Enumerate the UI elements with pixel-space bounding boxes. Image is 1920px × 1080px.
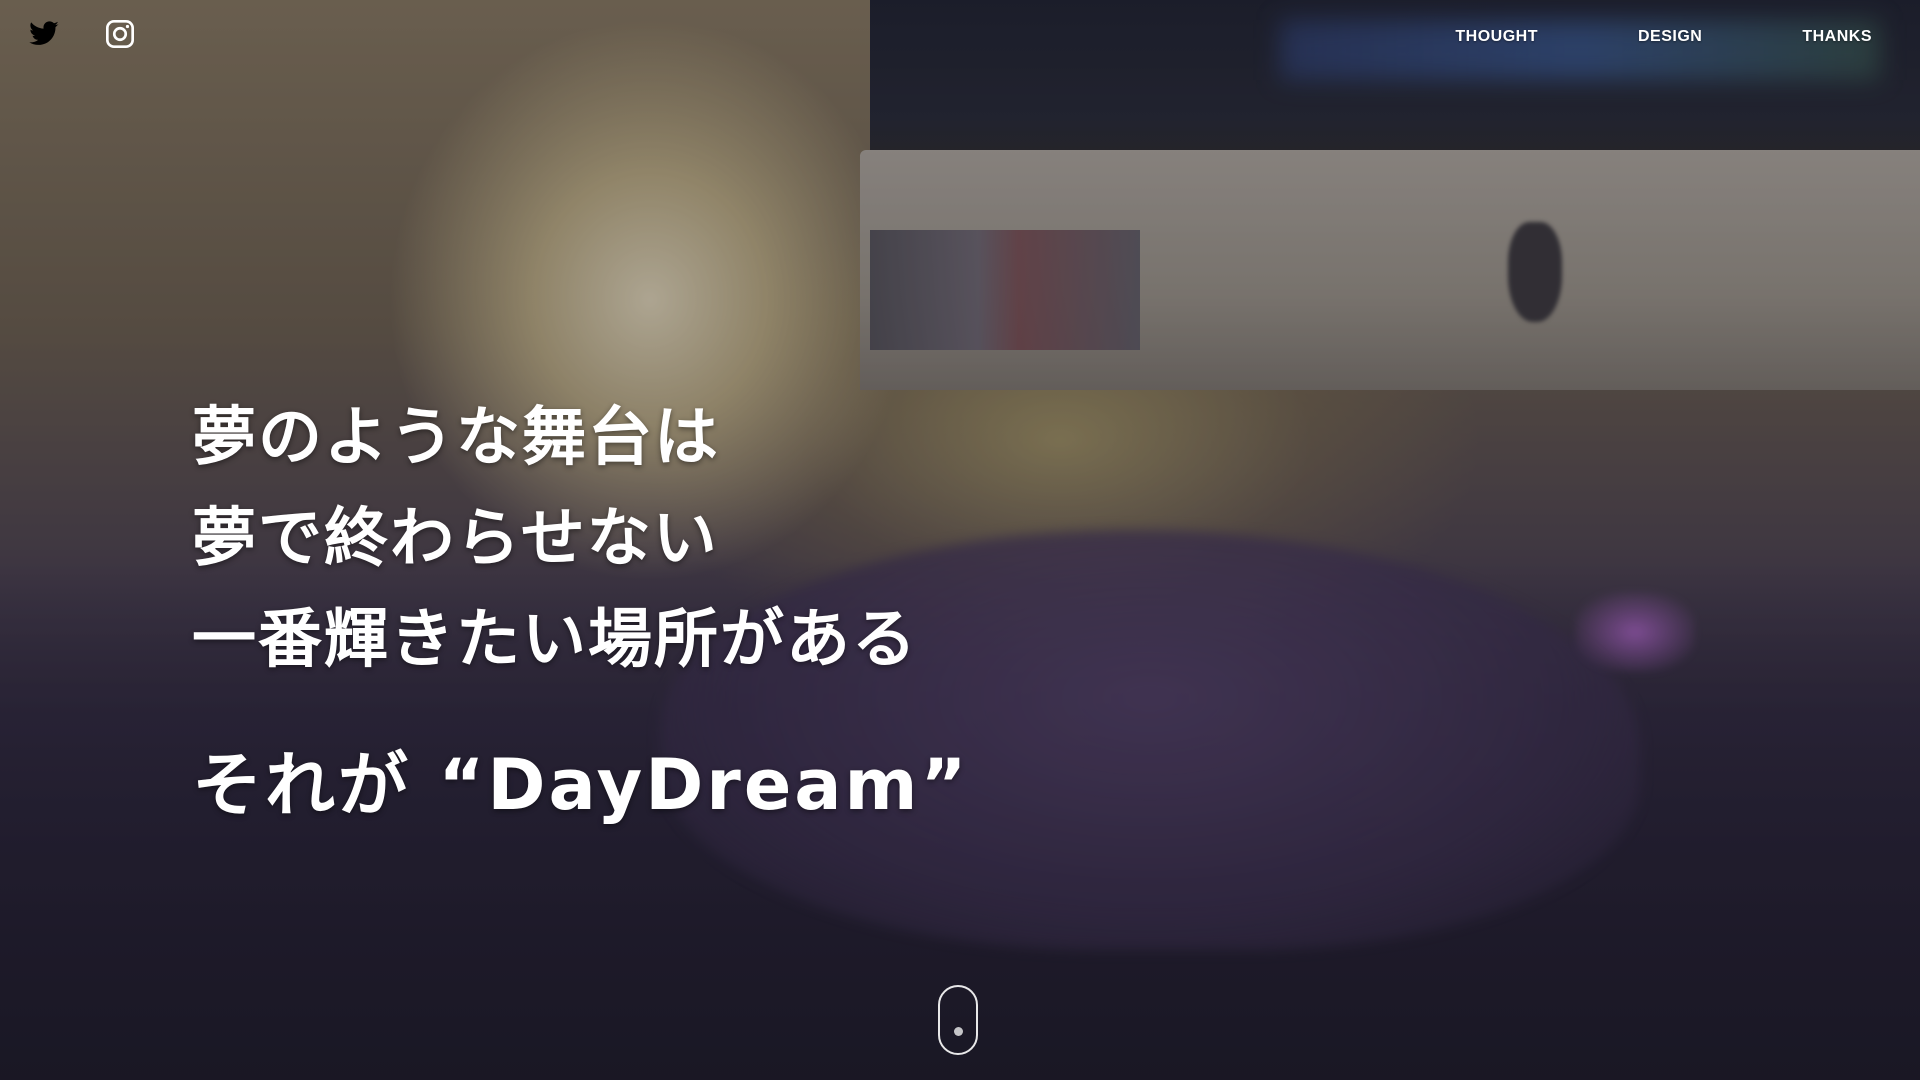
hero-section: THOUGHT DESIGN THANKS 夢のような舞台は 夢で終わらせない … xyxy=(0,0,1920,1080)
nav-item-thanks[interactable]: THANKS xyxy=(1802,28,1872,46)
social-links xyxy=(28,18,136,50)
hero-line-3: 一番輝きたい場所がある xyxy=(192,603,918,677)
instagram-link[interactable] xyxy=(104,18,136,50)
instagram-icon xyxy=(106,20,134,48)
nav-item-design[interactable]: DESIGN xyxy=(1638,28,1702,46)
hero-line-2: 夢で終わらせない xyxy=(192,502,719,576)
nav-item-thought[interactable]: THOUGHT xyxy=(1455,28,1538,46)
scroll-wheel-icon xyxy=(953,1027,963,1036)
twitter-link[interactable] xyxy=(28,18,60,50)
scroll-indicator[interactable] xyxy=(938,985,978,1055)
hero-tagline: それが “DayDream” xyxy=(192,744,970,826)
hero-copy: 夢のような舞台は 夢で終わらせない 一番輝きたい場所がある それが “DayDr… xyxy=(192,388,969,825)
main-nav: THOUGHT DESIGN THANKS xyxy=(1455,28,1872,46)
twitter-icon xyxy=(29,21,59,45)
hero-line-1: 夢のような舞台は xyxy=(192,401,720,475)
